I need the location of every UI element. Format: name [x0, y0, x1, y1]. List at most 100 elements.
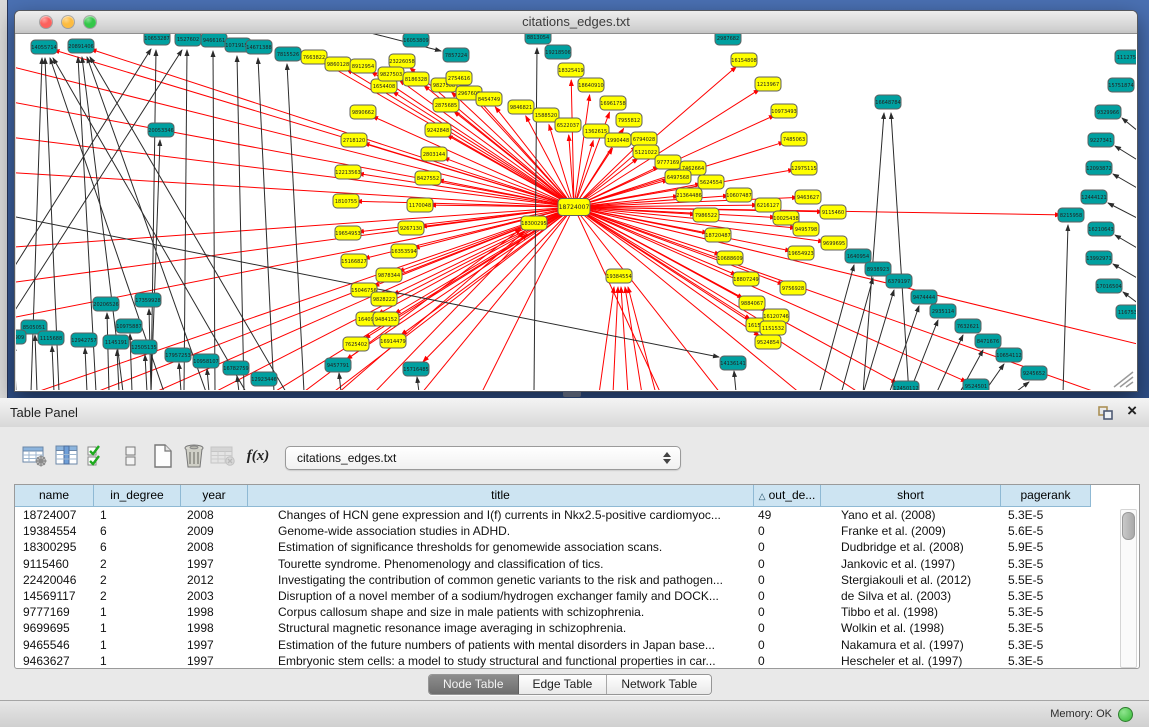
table-cell[interactable]: 18300295 — [15, 539, 94, 555]
table-row[interactable]: 2242004622012Investigating the contribut… — [15, 572, 1137, 588]
table-cell[interactable]: Structural magnetic resonance image aver… — [248, 620, 754, 636]
table-cell[interactable]: 1 — [94, 507, 181, 523]
column-header-short[interactable]: short — [821, 485, 1001, 507]
table-row[interactable]: 1456911722003Disruption of a novel membe… — [15, 588, 1137, 604]
table-cell[interactable]: de Silva et al. (2003) — [821, 588, 1001, 604]
table-cell[interactable]: 22420046 — [15, 572, 94, 588]
table-cell[interactable]: Estimation of significance thresholds fo… — [248, 539, 754, 555]
table-cell[interactable]: 14569117 — [15, 588, 94, 604]
window-titlebar[interactable]: citations_edges.txt — [15, 11, 1137, 34]
close-panel-icon[interactable]: × — [1127, 401, 1137, 421]
resize-grip-icon[interactable] — [1108, 368, 1134, 388]
table-cell[interactable]: Disruption of a novel member of a sodium… — [248, 588, 754, 604]
table-cell[interactable]: Hescheler et al. (1997) — [821, 653, 1001, 669]
function-builder-icon[interactable]: f(x) — [243, 441, 273, 471]
table-cell[interactable]: 9465546 — [15, 637, 94, 653]
table-cell[interactable]: 0 — [754, 588, 821, 604]
float-panel-icon[interactable] — [1097, 405, 1113, 421]
panel-splitter-handle[interactable] — [563, 391, 581, 397]
table-cell[interactable]: 5.3E-5 — [1001, 507, 1091, 523]
table-cell[interactable]: Investigating the contribution of common… — [248, 572, 754, 588]
citation-network-graph[interactable]: 1872400776638229860128891295416544089890… — [16, 34, 1136, 390]
table-cell[interactable]: Franke et al. (2009) — [821, 523, 1001, 539]
table-cell[interactable]: 1 — [94, 620, 181, 636]
table-cell[interactable]: Tibbo et al. (1998) — [821, 604, 1001, 620]
table-cell[interactable]: Jankovic et al. (1997) — [821, 556, 1001, 572]
delete-table-icon[interactable] — [208, 441, 238, 471]
table-cell[interactable]: Nakamura et al. (1997) — [821, 637, 1001, 653]
table-cell[interactable]: Stergiakouli et al. (2012) — [821, 572, 1001, 588]
table-cell[interactable]: 6 — [94, 523, 181, 539]
table-cell[interactable]: 9699695 — [15, 620, 94, 636]
table-cell[interactable]: 1 — [94, 637, 181, 653]
table-cell[interactable]: 1998 — [181, 604, 248, 620]
table-selector-combobox[interactable]: citations_edges.txt — [285, 446, 681, 470]
table-cell[interactable]: 0 — [754, 539, 821, 555]
network-canvas[interactable]: 1872400776638229860128891295416544089890… — [15, 34, 1136, 390]
scrollbar-thumb[interactable] — [1122, 512, 1135, 540]
column-header-out_de[interactable]: △out_de... — [754, 485, 821, 507]
table-row[interactable]: 1938455462009Genome-wide association stu… — [15, 523, 1137, 539]
column-header-title[interactable]: title — [248, 485, 754, 507]
delete-icon[interactable] — [179, 441, 209, 471]
table-cell[interactable]: 19384554 — [15, 523, 94, 539]
table-cell[interactable]: Genome-wide association studies in ADHD. — [248, 523, 754, 539]
table-cell[interactable]: Changes of HCN gene expression and I(f) … — [248, 507, 754, 523]
table-cell[interactable]: 0 — [754, 604, 821, 620]
table-cell[interactable]: 2008 — [181, 507, 248, 523]
show-columns-icon[interactable] — [52, 441, 82, 471]
table-cell[interactable]: 5.3E-5 — [1001, 604, 1091, 620]
table-row[interactable]: 946362711997Embryonic stem cells: a mode… — [15, 653, 1137, 669]
table-cell[interactable]: 2 — [94, 572, 181, 588]
table-cell[interactable]: 0 — [754, 637, 821, 653]
column-header-in_degree[interactable]: in_degree — [94, 485, 181, 507]
create-column-icon[interactable] — [148, 441, 178, 471]
table-cell[interactable]: 1997 — [181, 556, 248, 572]
table-cell[interactable]: 5.3E-5 — [1001, 620, 1091, 636]
tab-node-table[interactable]: Node Table — [429, 675, 519, 694]
tab-edge-table[interactable]: Edge Table — [519, 675, 608, 694]
select-rows-icon[interactable] — [82, 441, 112, 471]
table-row[interactable]: 1830029562008Estimation of significance … — [15, 539, 1137, 555]
column-header-year[interactable]: year — [181, 485, 248, 507]
table-row[interactable]: 946554611997Estimation of the future num… — [15, 637, 1137, 653]
table-cell[interactable]: Estimation of the future numbers of pati… — [248, 637, 754, 653]
table-cell[interactable]: 5.9E-5 — [1001, 539, 1091, 555]
table-cell[interactable]: 2 — [94, 588, 181, 604]
table-cell[interactable]: Embryonic stem cells: a model to study s… — [248, 653, 754, 669]
table-cell[interactable]: Dudbridge et al. (2008) — [821, 539, 1001, 555]
vertical-scrollbar[interactable] — [1120, 509, 1137, 668]
table-row[interactable]: 911546021997Tourette syndrome. Phenomeno… — [15, 556, 1137, 572]
table-cell[interactable]: 0 — [754, 653, 821, 669]
table-cell[interactable]: 6 — [94, 539, 181, 555]
table-cell[interactable]: Yano et al. (2008) — [821, 507, 1001, 523]
table-cell[interactable]: 2 — [94, 556, 181, 572]
table-row[interactable]: 977716911998Corpus callosum shape and si… — [15, 604, 1137, 620]
clear-selection-icon[interactable] — [116, 441, 146, 471]
table-cell[interactable]: 0 — [754, 620, 821, 636]
table-cell[interactable]: 5.5E-5 — [1001, 572, 1091, 588]
network-view-window[interactable]: citations_edges.txt 18724007766382298601… — [14, 10, 1138, 392]
table-cell[interactable]: 5.3E-5 — [1001, 653, 1091, 669]
table-cell[interactable]: 9115460 — [15, 556, 94, 572]
table-cell[interactable]: 49 — [754, 507, 821, 523]
table-cell[interactable]: Corpus callosum shape and size in male p… — [248, 604, 754, 620]
table-cell[interactable]: 1997 — [181, 637, 248, 653]
table-cell[interactable]: 2003 — [181, 588, 248, 604]
column-header-pagerank[interactable]: pagerank — [1001, 485, 1091, 507]
table-mode-icon[interactable] — [20, 441, 50, 471]
table-cell[interactable]: 0 — [754, 556, 821, 572]
table-cell[interactable]: 5.3E-5 — [1001, 588, 1091, 604]
table-cell[interactable]: 18724007 — [15, 507, 94, 523]
table-cell[interactable]: 1997 — [181, 653, 248, 669]
table-cell[interactable]: 5.6E-5 — [1001, 523, 1091, 539]
table-row[interactable]: 969969511998Structural magnetic resonanc… — [15, 620, 1137, 636]
table-cell[interactable]: 2009 — [181, 523, 248, 539]
table-cell[interactable]: 1 — [94, 653, 181, 669]
table-cell[interactable]: Wolkin et al. (1998) — [821, 620, 1001, 636]
table-cell[interactable]: 5.3E-5 — [1001, 637, 1091, 653]
table-cell[interactable]: Tourette syndrome. Phenomenology and cla… — [248, 556, 754, 572]
table-cell[interactable]: 9777169 — [15, 604, 94, 620]
table-cell[interactable]: 9463627 — [15, 653, 94, 669]
table-cell[interactable]: 2012 — [181, 572, 248, 588]
